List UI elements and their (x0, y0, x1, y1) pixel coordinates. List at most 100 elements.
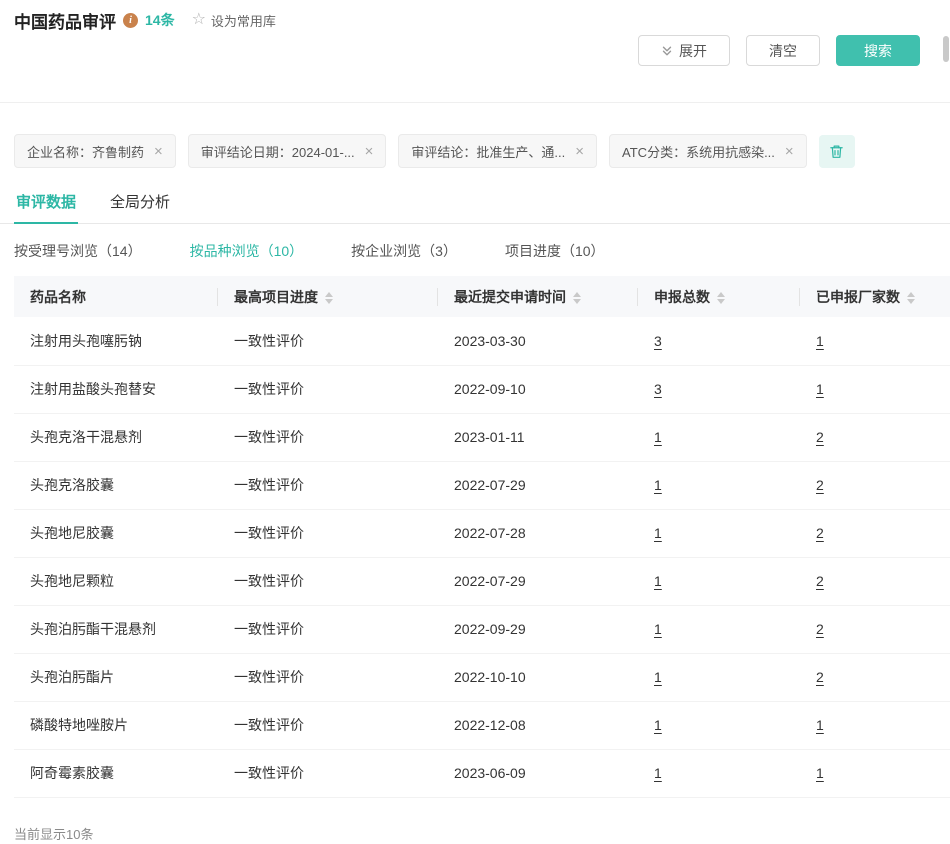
column-label: 最高项目进度 (234, 289, 318, 305)
manufacturer-count-link[interactable]: 1 (816, 717, 824, 733)
application-total-link[interactable]: 1 (654, 525, 662, 541)
application-total-link[interactable]: 1 (654, 765, 662, 781)
application-total-link[interactable]: 1 (654, 669, 662, 685)
max-progress-value: 一致性评价 (234, 429, 304, 445)
filter-chip-label: 审评结论日期：2024-01-... (201, 142, 355, 161)
table-row: 注射用头孢噻肟钠 一致性评价 2023-03-30 3 1 (14, 317, 950, 365)
latest-submit-date: 2022-07-29 (454, 477, 526, 493)
application-total-link[interactable]: 1 (654, 621, 662, 637)
latest-submit-date: 2022-07-28 (454, 525, 526, 541)
application-total-link[interactable]: 1 (654, 429, 662, 445)
table-row: 头孢克洛干混悬剂 一致性评价 2023-01-11 1 2 (14, 413, 950, 461)
favorite-toggle[interactable]: ☆ 设为常用库 (192, 11, 276, 30)
chevron-double-down-icon (661, 45, 673, 57)
table-header-row: 药品名称 最高项目进度 最近提交申请时间 申报总数 已申报厂家数 (14, 276, 950, 317)
column-header-max-progress: 最高项目进度 (218, 276, 438, 317)
filter-bar: 企业名称：齐鲁制药 × 审评结论日期：2024-01-... × 审评结论：批准… (0, 133, 950, 169)
table-row: 注射用盐酸头孢替安 一致性评价 2022-09-10 3 1 (14, 365, 950, 413)
max-progress-value: 一致性评价 (234, 525, 304, 541)
latest-submit-date: 2022-09-10 (454, 381, 526, 397)
drug-name: 注射用头孢噻肟钠 (30, 333, 142, 349)
max-progress-value: 一致性评价 (234, 381, 304, 397)
drug-name: 头孢克洛干混悬剂 (30, 429, 142, 445)
subtab-by-acceptance-no[interactable]: 按受理号浏览（14） (14, 241, 142, 261)
column-header-drug-name: 药品名称 (14, 276, 218, 317)
filter-chip-list: 企业名称：齐鲁制药 × 审评结论日期：2024-01-... × 审评结论：批准… (14, 134, 807, 168)
manufacturer-count-link[interactable]: 2 (816, 429, 824, 445)
close-icon[interactable]: × (785, 144, 794, 159)
view-tabs: 按受理号浏览（14） 按品种浏览（10） 按企业浏览（3） 项目进度（10） (0, 241, 950, 261)
max-progress-value: 一致性评价 (234, 669, 304, 685)
clear-label: 清空 (769, 41, 797, 61)
max-progress-value: 一致性评价 (234, 765, 304, 781)
sort-control[interactable] (907, 292, 915, 304)
filter-chip-conclusion-date: 审评结论日期：2024-01-... × (188, 134, 387, 168)
table-row: 阿奇霉素胶囊 一致性评价 2023-06-09 1 1 (14, 749, 950, 797)
table-row: 头孢泊肟酯干混悬剂 一致性评价 2022-09-29 1 2 (14, 605, 950, 653)
manufacturer-count-link[interactable]: 1 (816, 765, 824, 781)
sort-asc-icon (573, 292, 581, 297)
column-label: 药品名称 (30, 289, 86, 305)
column-label: 最近提交申请时间 (454, 289, 566, 305)
manufacturer-count-link[interactable]: 2 (816, 573, 824, 589)
sort-asc-icon (325, 292, 333, 297)
search-button[interactable]: 搜索 (836, 35, 920, 66)
drug-name: 头孢地尼胶囊 (30, 525, 114, 541)
latest-submit-date: 2022-07-29 (454, 573, 526, 589)
page-title: 中国药品审评 (14, 8, 116, 33)
max-progress-value: 一致性评价 (234, 573, 304, 589)
expand-button[interactable]: 展开 (638, 35, 730, 66)
vertical-scrollbar-thumb[interactable] (943, 36, 949, 62)
info-icon[interactable]: i (123, 13, 138, 28)
tab-review-data[interactable]: 审评数据 (14, 182, 78, 224)
manufacturer-count-link[interactable]: 1 (816, 381, 824, 397)
sort-asc-icon (717, 292, 725, 297)
application-total-link[interactable]: 1 (654, 717, 662, 733)
page-header: 中国药品审评 i 14条 ☆ 设为常用库 (0, 0, 950, 32)
table-row: 头孢地尼颗粒 一致性评价 2022-07-29 1 2 (14, 557, 950, 605)
latest-submit-date: 2023-03-30 (454, 333, 526, 349)
table-row: 头孢地尼胶囊 一致性评价 2022-07-28 1 2 (14, 509, 950, 557)
results-table-wrap: 药品名称 最高项目进度 最近提交申请时间 申报总数 已申报厂家数 注射用头孢噻肟钠 一致… (14, 276, 950, 798)
max-progress-value: 一致性评价 (234, 717, 304, 733)
application-total-link[interactable]: 3 (654, 381, 662, 397)
result-summary: 当前显示10条 (14, 824, 936, 843)
drug-name: 头孢地尼颗粒 (30, 573, 114, 589)
manufacturer-count-link[interactable]: 1 (816, 333, 824, 349)
main-tabs: 审评数据全局分析 (0, 182, 950, 224)
application-total-link[interactable]: 1 (654, 573, 662, 589)
clear-button[interactable]: 清空 (746, 35, 820, 66)
manufacturer-count-link[interactable]: 2 (816, 621, 824, 637)
close-icon[interactable]: × (154, 144, 163, 159)
drug-name: 阿奇霉素胶囊 (30, 765, 114, 781)
drug-name: 磷酸特地唑胺片 (30, 717, 128, 733)
sort-desc-icon (573, 299, 581, 304)
application-total-link[interactable]: 3 (654, 333, 662, 349)
close-icon[interactable]: × (575, 144, 584, 159)
manufacturer-count-link[interactable]: 2 (816, 525, 824, 541)
sort-desc-icon (907, 299, 915, 304)
trash-icon (829, 144, 844, 159)
table-row: 头孢泊肟酯片 一致性评价 2022-10-10 1 2 (14, 653, 950, 701)
sort-control[interactable] (325, 292, 333, 304)
max-progress-value: 一致性评价 (234, 333, 304, 349)
tab-global-analysis[interactable]: 全局分析 (108, 182, 172, 223)
manufacturer-count-link[interactable]: 2 (816, 477, 824, 493)
subtab-by-variety[interactable]: 按品种浏览（10） (190, 241, 304, 261)
filter-chip-label: ATC分类：系统用抗感染... (622, 142, 775, 161)
subtab-by-company[interactable]: 按企业浏览（3） (351, 241, 457, 261)
column-label: 申报总数 (654, 289, 710, 305)
search-actions: 展开 清空 搜索 (0, 35, 950, 67)
sort-control[interactable] (717, 292, 725, 304)
latest-submit-date: 2022-12-08 (454, 717, 526, 733)
application-total-link[interactable]: 1 (654, 477, 662, 493)
column-label: 已申报厂家数 (816, 289, 900, 305)
close-icon[interactable]: × (365, 144, 374, 159)
clear-filters-button[interactable] (819, 135, 855, 168)
sort-control[interactable] (573, 292, 581, 304)
manufacturer-count-link[interactable]: 2 (816, 669, 824, 685)
subtab-project-progress[interactable]: 项目进度（10） (505, 241, 605, 261)
latest-submit-date: 2022-09-29 (454, 621, 526, 637)
filter-chip-label: 审评结论：批准生产、通... (411, 142, 565, 161)
filter-chip-conclusion: 审评结论：批准生产、通... × (398, 134, 597, 168)
